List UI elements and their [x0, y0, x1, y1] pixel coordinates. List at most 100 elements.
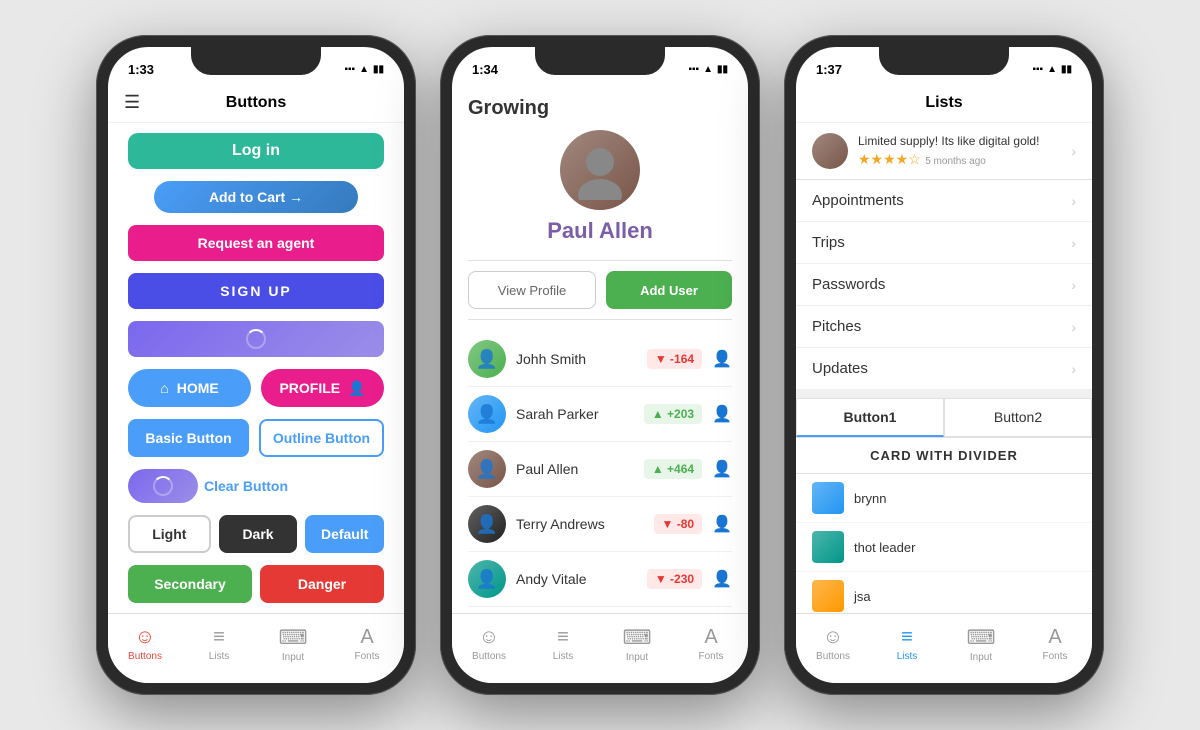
review-time: 5 months ago — [925, 156, 986, 167]
list-item-passwords[interactable]: Passwords › — [796, 264, 1092, 306]
tab-input-1[interactable]: ⌨ Input — [256, 614, 330, 683]
tab-buttons-3[interactable]: ☺ Buttons — [796, 614, 870, 683]
add-user-button[interactable]: Add User — [606, 271, 732, 309]
notch-2 — [535, 47, 665, 75]
updates-chevron: › — [1071, 361, 1076, 377]
tab-bar-3: ☺ Buttons ≡ Lists ⌨ Input A Fonts — [796, 613, 1092, 683]
tab-lists-3[interactable]: ≡ Lists — [870, 614, 944, 683]
profile-action-buttons: View Profile Add User — [468, 260, 732, 320]
pitches-label: Pitches — [812, 318, 1071, 335]
user-name-1: Sarah Parker — [516, 406, 634, 422]
tab-buttons-2[interactable]: ☺ Buttons — [452, 614, 526, 683]
tab-buttons-1[interactable]: ☺ Buttons — [108, 614, 182, 683]
view-profile-button[interactable]: View Profile — [468, 271, 596, 309]
card-user-1: thot leader — [796, 523, 1092, 572]
contact-icon-0[interactable]: 👤 — [712, 349, 732, 369]
trips-chevron: › — [1071, 235, 1076, 251]
battery-icon-2: ▮▮ — [717, 64, 728, 75]
tab-fonts-1[interactable]: A Fonts — [330, 614, 404, 683]
review-text: Limited supply! Its like digital gold! — [858, 134, 1061, 148]
toggle-loading — [128, 469, 198, 503]
login-button[interactable]: Log in — [128, 133, 384, 169]
passwords-label: Passwords — [812, 276, 1071, 293]
time-1: 1:33 — [128, 62, 154, 77]
phones-container: 1:33 ▪▪▪ ▲ ▮▮ ☰ Buttons Log in Add to Ca… — [76, 15, 1124, 715]
contact-icon-1[interactable]: 👤 — [712, 404, 732, 424]
contact-icon-2[interactable]: 👤 — [712, 459, 732, 479]
add-to-cart-button[interactable]: Add to Cart → — [154, 181, 359, 214]
clear-button[interactable]: Clear Button — [204, 478, 288, 494]
user-avatar-0: 👤 — [468, 340, 506, 378]
phone-lists: 1:37 ▪▪▪ ▲ ▮▮ Lists Limited supply! Its … — [784, 35, 1104, 695]
basic-button[interactable]: Basic Button — [128, 419, 249, 457]
phone2-content: Growing Paul Allen View Profile Add User — [452, 83, 748, 613]
buttons-tab-icon-2: ☺ — [479, 626, 499, 649]
lists-tab-icon: ≡ — [213, 626, 225, 649]
growing-title: Growing — [468, 93, 732, 130]
list-item-pitches[interactable]: Pitches › — [796, 306, 1092, 348]
tab-input-label-3: Input — [970, 652, 992, 663]
passwords-chevron: › — [1071, 277, 1076, 293]
theme-row: Light Dark Default — [128, 515, 384, 553]
review-avatar — [812, 133, 848, 169]
profile-label: PROFILE — [279, 380, 340, 396]
menu-icon[interactable]: ☰ — [124, 92, 140, 113]
tab-fonts-3[interactable]: A Fonts — [1018, 614, 1092, 683]
home-button[interactable]: ⌂ HOME — [128, 369, 251, 407]
user-avatar-4: 👤 — [468, 560, 506, 598]
card-user-2: jsa — [796, 572, 1092, 613]
contact-icon-4[interactable]: 👤 — [712, 569, 732, 589]
sign-up-button[interactable]: SIGN UP — [128, 273, 384, 309]
review-card: Limited supply! Its like digital gold! ★… — [796, 123, 1092, 180]
light-button[interactable]: Light — [128, 515, 211, 553]
list-items: Appointments › Trips › Passwords › Pitch… — [796, 180, 1092, 390]
outline-button[interactable]: Outline Button — [259, 419, 384, 457]
spinner-2 — [153, 476, 173, 496]
buttons-tab-icon: ☺ — [135, 626, 155, 649]
loading-button — [128, 321, 384, 357]
card-with-divider: CARD WITH DIVIDER brynn thot leader jsa — [796, 438, 1092, 613]
phone1-content: Log in Add to Cart → Request an agent SI… — [108, 123, 404, 613]
notch-3 — [879, 47, 1009, 75]
tab-fonts-2[interactable]: A Fonts — [674, 614, 748, 683]
time-2: 1:34 — [472, 62, 498, 77]
fonts-tab-icon: A — [360, 626, 373, 649]
tab-bar-1: ☺ Buttons ≡ Lists ⌨ Input A Fonts — [108, 613, 404, 683]
review-stars: ★★★★☆ — [858, 151, 921, 167]
input-tab-icon: ⌨ — [279, 625, 308, 650]
tab-input-2[interactable]: ⌨ Input — [600, 614, 674, 683]
user-name-3: Terry Andrews — [516, 516, 644, 532]
status-icons-1: ▪▪▪ ▲ ▮▮ — [344, 64, 384, 75]
profile-button[interactable]: PROFILE 👤 — [261, 369, 384, 407]
tab-lists-2[interactable]: ≡ Lists — [526, 614, 600, 683]
danger-button[interactable]: Danger — [260, 565, 384, 603]
list-item-trips[interactable]: Trips › — [796, 222, 1092, 264]
tab-lists-1[interactable]: ≡ Lists — [182, 614, 256, 683]
contact-icon-3[interactable]: 👤 — [712, 514, 732, 534]
tab-buttons-label-1: Buttons — [128, 651, 162, 662]
spinner-icon — [246, 329, 266, 349]
tab-input-3[interactable]: ⌨ Input — [944, 614, 1018, 683]
card-title: CARD WITH DIVIDER — [796, 438, 1092, 474]
tab-button-2[interactable]: Button2 — [944, 398, 1092, 437]
user-name-0: Johh Smith — [516, 351, 637, 367]
request-agent-button[interactable]: Request an agent — [128, 225, 384, 261]
list-item-appointments[interactable]: Appointments › — [796, 180, 1092, 222]
dark-button[interactable]: Dark — [219, 515, 298, 553]
user-score-1: ▲ +203 — [644, 404, 702, 424]
secondary-button[interactable]: Secondary — [128, 565, 252, 603]
trips-label: Trips — [812, 234, 1071, 251]
list-item-updates[interactable]: Updates › — [796, 348, 1092, 390]
tab-lists-label-1: Lists — [209, 651, 230, 662]
tab-fonts-label-2: Fonts — [698, 651, 723, 662]
review-chevron-icon[interactable]: › — [1071, 143, 1076, 159]
section-divider — [796, 390, 1092, 398]
default-button[interactable]: Default — [305, 515, 384, 553]
tab-button-1[interactable]: Button1 — [796, 398, 944, 437]
table-row: 👤 Sarah Parker ▲ +203 👤 — [468, 387, 732, 442]
user-list: 👤 Johh Smith ▼ -164 👤 👤 Sarah Parker ▲ +… — [468, 332, 732, 613]
card-avatar-2 — [812, 580, 844, 612]
user-score-3: ▼ -80 — [654, 514, 703, 534]
profile-photo — [570, 140, 630, 200]
card-user-name-1: thot leader — [854, 540, 915, 555]
